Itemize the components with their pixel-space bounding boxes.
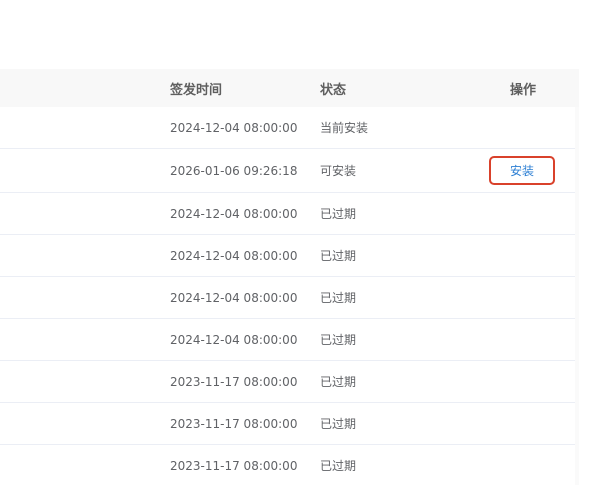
table-header: 签发时间 状态 操作 xyxy=(0,69,579,107)
status-cell: 已过期 xyxy=(320,291,357,305)
table-row: 2024-12-04 08:00:00 已过期 xyxy=(0,193,575,235)
table-row: 2023-11-17 08:00:00 已过期 xyxy=(0,403,575,445)
table-row: 2024-12-04 08:00:00 已过期 xyxy=(0,235,575,277)
table-row: 2023-11-17 08:00:00 已过期 xyxy=(0,445,575,485)
table-row: 2026-01-06 09:26:18 可安装 安装 xyxy=(0,149,575,193)
status-cell: 已过期 xyxy=(320,249,357,263)
table-right-edge xyxy=(575,107,579,485)
issue-time-cell: 2024-12-04 08:00:00 xyxy=(170,332,298,347)
issue-time-cell: 2023-11-17 08:00:00 xyxy=(170,374,298,389)
status-cell: 已过期 xyxy=(320,417,357,431)
issue-time-cell: 2024-12-04 08:00:00 xyxy=(170,206,298,221)
status-cell: 可安装 xyxy=(320,164,357,178)
issue-time-cell: 2024-12-04 08:00:00 xyxy=(170,290,298,305)
status-cell: 已过期 xyxy=(320,459,357,473)
column-header-issue-time: 签发时间 xyxy=(170,82,223,98)
status-cell: 已过期 xyxy=(320,207,357,221)
status-cell: 已过期 xyxy=(320,375,357,389)
column-header-action: 操作 xyxy=(510,82,537,98)
status-cell: 已过期 xyxy=(320,333,357,347)
issue-time-cell: 2024-12-04 08:00:00 xyxy=(170,248,298,263)
action-cell: 安装 xyxy=(489,149,555,192)
issue-time-cell: 2024-12-04 08:00:00 xyxy=(170,120,298,135)
column-header-status: 状态 xyxy=(320,82,347,98)
table-row: 2024-12-04 08:00:00 已过期 xyxy=(0,319,575,361)
issue-time-cell: 2023-11-17 08:00:00 xyxy=(170,458,298,473)
certificate-list-page: 签发时间 状态 操作 2024-12-04 08:00:00 当前安装 2026… xyxy=(0,0,610,485)
status-cell: 当前安装 xyxy=(320,121,369,135)
issue-time-cell: 2026-01-06 09:26:18 xyxy=(170,163,298,178)
certificate-table: 签发时间 状态 操作 2024-12-04 08:00:00 当前安装 2026… xyxy=(0,69,579,485)
table-row: 2023-11-17 08:00:00 已过期 xyxy=(0,361,575,403)
issue-time-cell: 2023-11-17 08:00:00 xyxy=(170,416,298,431)
table-row: 2024-12-04 08:00:00 已过期 xyxy=(0,277,575,319)
install-button[interactable]: 安装 xyxy=(489,156,555,185)
table-row: 2024-12-04 08:00:00 当前安装 xyxy=(0,107,575,149)
